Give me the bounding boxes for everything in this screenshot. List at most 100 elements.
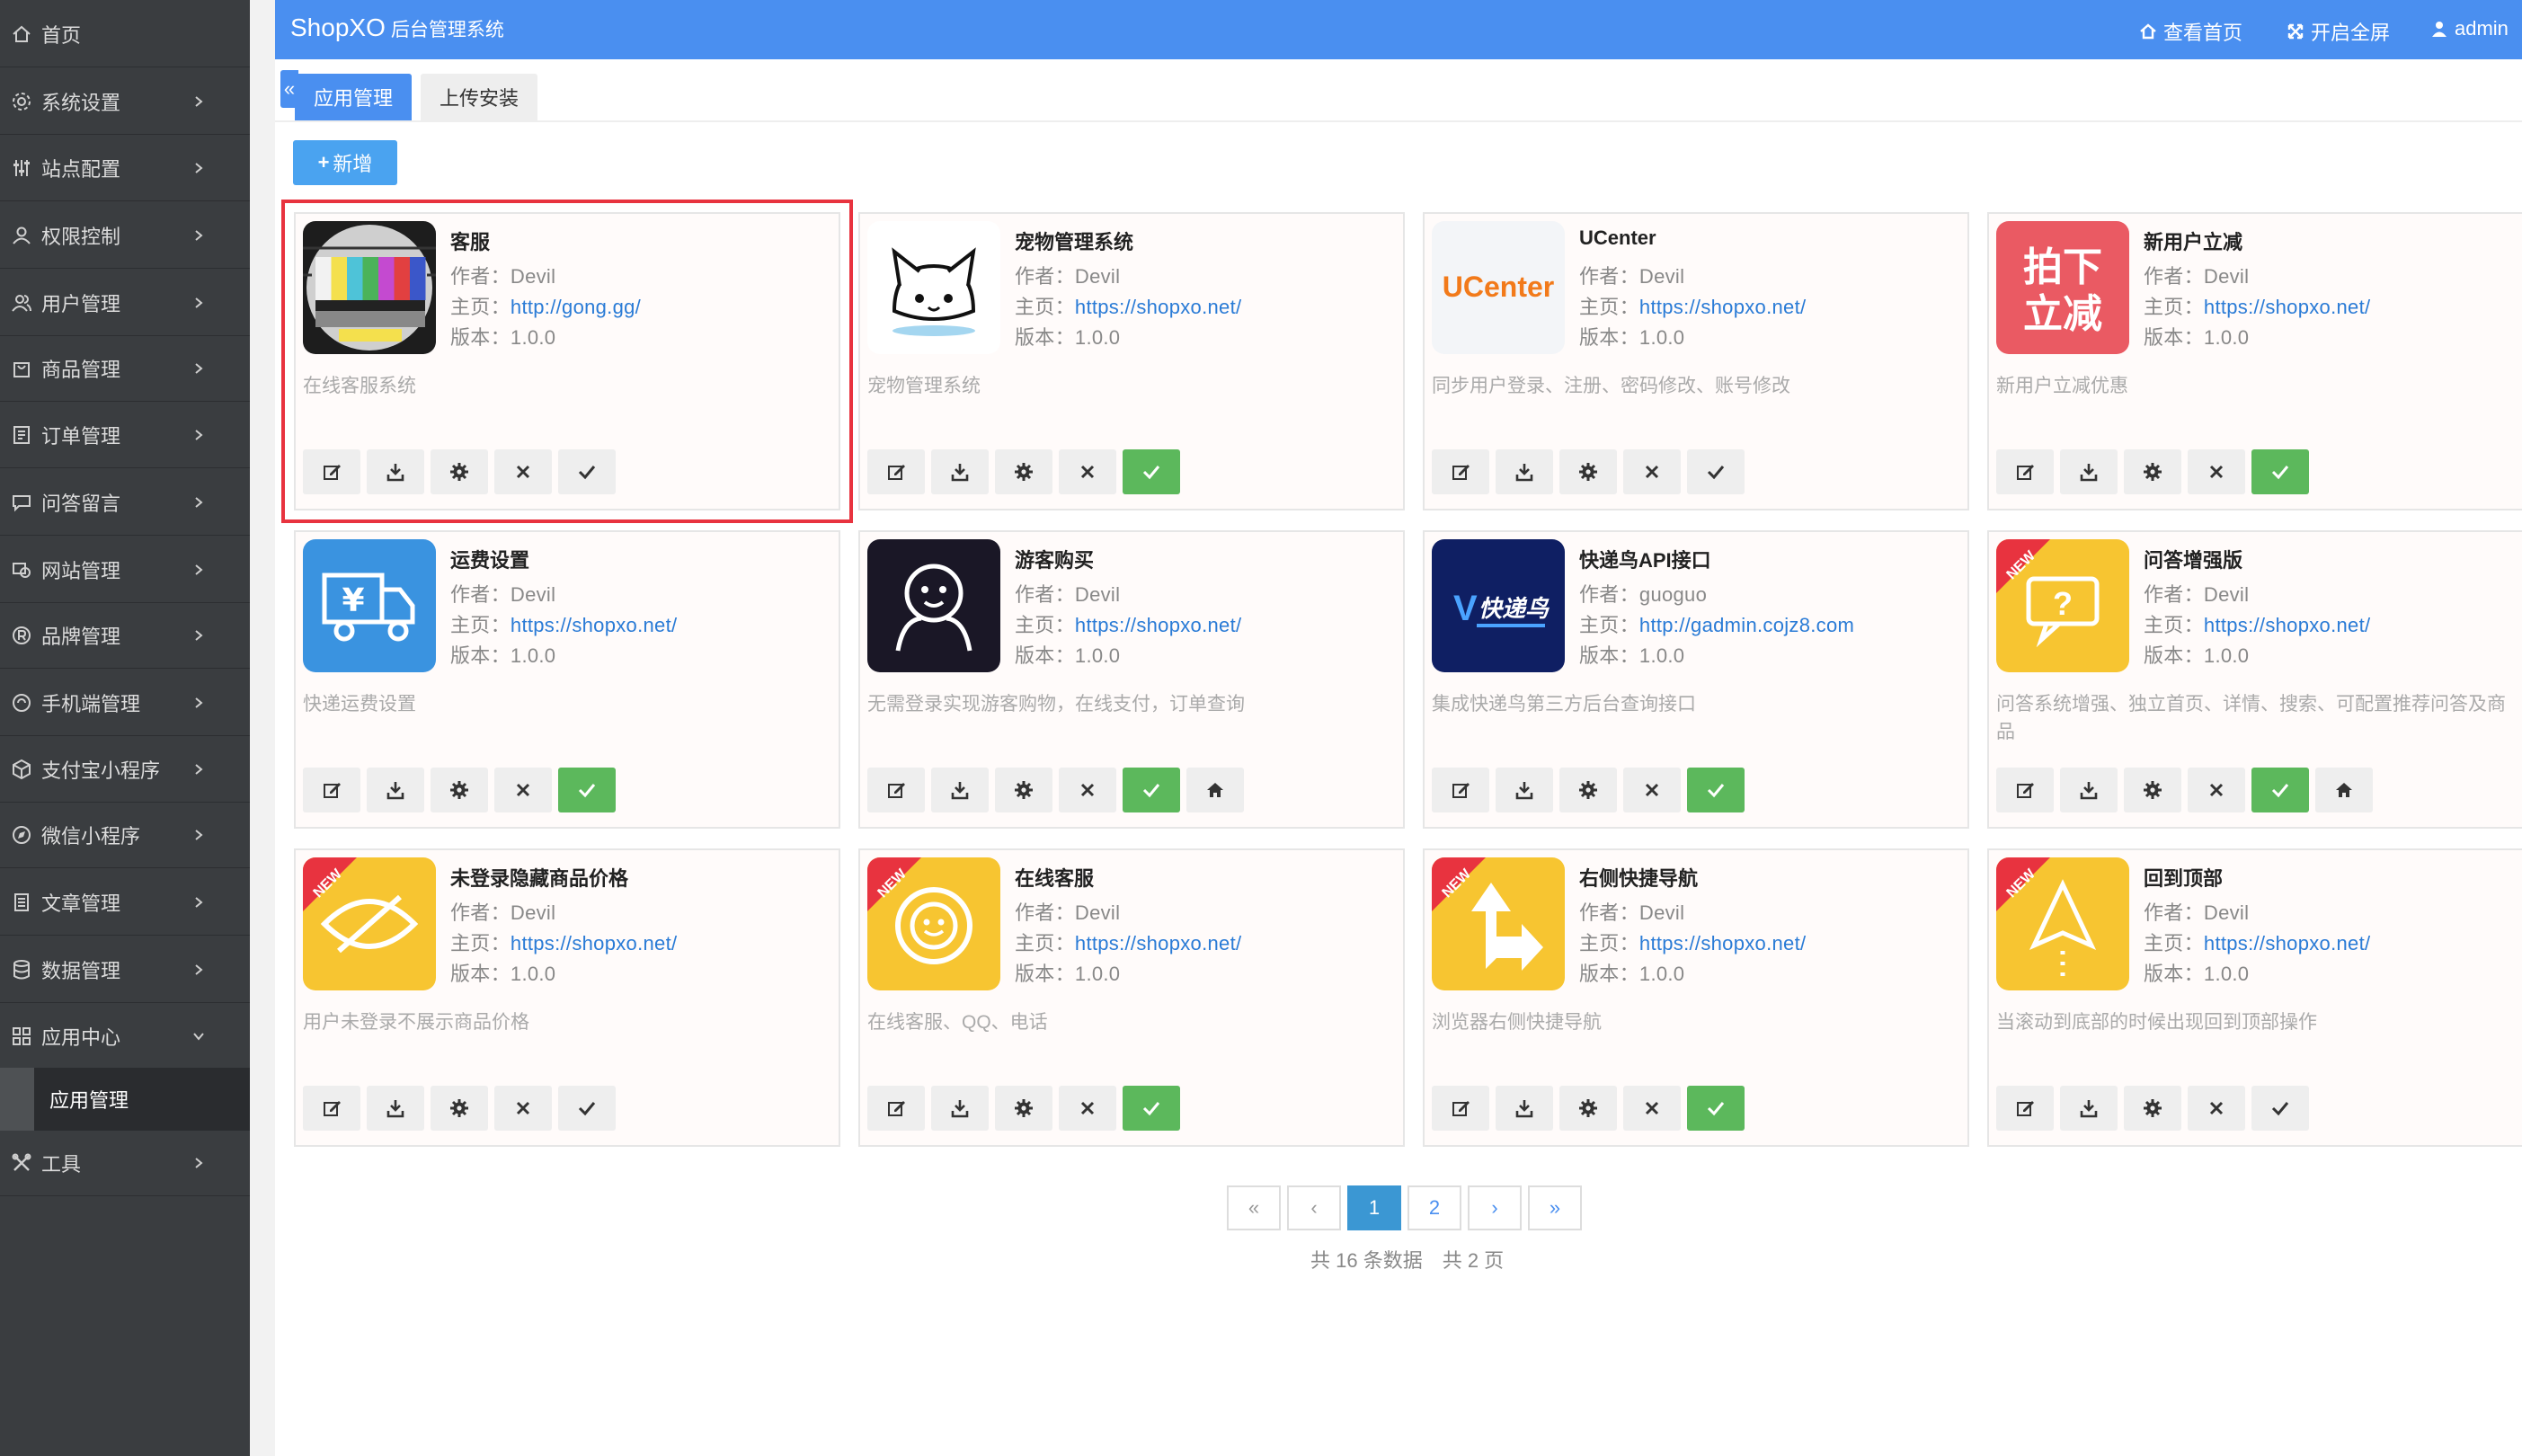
homepage-link[interactable]: http://gong.gg/	[511, 296, 641, 318]
app-home-button[interactable]	[1186, 768, 1244, 812]
sidebar-item-5[interactable]: 用户管理	[0, 271, 250, 336]
download-button[interactable]	[931, 1086, 989, 1131]
enable-toggle-button[interactable]	[1123, 1086, 1180, 1131]
edit-button[interactable]	[1432, 449, 1489, 494]
uninstall-button[interactable]	[2188, 1086, 2245, 1131]
download-button[interactable]	[367, 1086, 424, 1131]
homepage-link[interactable]: https://shopxo.net/	[2204, 614, 2370, 636]
homepage-link[interactable]: https://shopxo.net/	[1075, 296, 1241, 318]
sidebar-item-17[interactable]: 工具	[0, 1131, 250, 1196]
settings-button[interactable]	[431, 768, 488, 812]
enable-toggle-button[interactable]	[558, 768, 616, 812]
add-app-button[interactable]: + 新增	[293, 140, 397, 185]
settings-button[interactable]	[2124, 449, 2181, 494]
settings-button[interactable]	[2124, 768, 2181, 812]
first-page-button[interactable]: «	[1227, 1185, 1281, 1230]
edit-button[interactable]	[867, 768, 925, 812]
download-button[interactable]	[1496, 449, 1553, 494]
sidebar-item-11[interactable]: 手机端管理	[0, 670, 250, 736]
settings-button[interactable]	[1559, 1086, 1617, 1131]
edit-button[interactable]	[1432, 768, 1489, 812]
enable-toggle-button[interactable]	[558, 449, 616, 494]
download-button[interactable]	[1496, 768, 1553, 812]
download-button[interactable]	[367, 768, 424, 812]
uninstall-button[interactable]	[1623, 768, 1681, 812]
uninstall-button[interactable]	[1059, 768, 1116, 812]
enable-toggle-button[interactable]	[2251, 768, 2309, 812]
homepage-link[interactable]: https://shopxo.net/	[1639, 296, 1806, 318]
enable-toggle-button[interactable]	[1687, 1086, 1745, 1131]
enable-toggle-button[interactable]	[2251, 449, 2309, 494]
admin-user-menu[interactable]: admin	[2430, 17, 2509, 40]
enable-toggle-button[interactable]	[1687, 449, 1745, 494]
homepage-link[interactable]: http://gadmin.cojz8.com	[1639, 614, 1854, 636]
homepage-link[interactable]: https://shopxo.net/	[511, 614, 677, 636]
fullscreen-link[interactable]: 开启全屏	[2287, 17, 2390, 46]
homepage-link[interactable]: https://shopxo.net/	[1639, 932, 1806, 954]
download-button[interactable]	[931, 768, 989, 812]
app-home-button[interactable]	[2315, 768, 2373, 812]
settings-button[interactable]	[995, 1086, 1052, 1131]
sidebar-item-2[interactable]: 系统设置	[0, 69, 250, 135]
sidebar-item-1[interactable]: 首页	[0, 2, 250, 67]
edit-button[interactable]	[303, 449, 360, 494]
uninstall-button[interactable]	[1623, 1086, 1681, 1131]
uninstall-button[interactable]	[494, 1086, 552, 1131]
uninstall-button[interactable]	[1623, 449, 1681, 494]
homepage-link[interactable]: https://shopxo.net/	[511, 932, 677, 954]
download-button[interactable]	[2060, 1086, 2118, 1131]
edit-button[interactable]	[867, 1086, 925, 1131]
enable-toggle-button[interactable]	[1687, 768, 1745, 812]
uninstall-button[interactable]	[494, 449, 552, 494]
sidebar-item-12[interactable]: 支付宝小程序	[0, 737, 250, 803]
settings-button[interactable]	[995, 768, 1052, 812]
sidebar-item-10[interactable]: 品牌管理	[0, 603, 250, 669]
sidebar-item-16[interactable]: 应用中心	[0, 1004, 250, 1070]
last-page-button[interactable]: »	[1528, 1185, 1582, 1230]
download-button[interactable]	[367, 449, 424, 494]
uninstall-button[interactable]	[1059, 1086, 1116, 1131]
prev-page-button[interactable]: ‹	[1287, 1185, 1341, 1230]
uninstall-button[interactable]	[2188, 449, 2245, 494]
sidebar-item-15[interactable]: 数据管理	[0, 937, 250, 1003]
enable-toggle-button[interactable]	[2251, 1086, 2309, 1131]
enable-toggle-button[interactable]	[558, 1086, 616, 1131]
enable-toggle-button[interactable]	[1123, 449, 1180, 494]
download-button[interactable]	[2060, 449, 2118, 494]
sidebar-item-4[interactable]: 权限控制	[0, 203, 250, 269]
homepage-link[interactable]: https://shopxo.net/	[1075, 932, 1241, 954]
tab-upload-install[interactable]: 上传安装	[421, 74, 537, 120]
uninstall-button[interactable]	[1059, 449, 1116, 494]
sidebar-item-6[interactable]: 商品管理	[0, 336, 250, 402]
sidebar-item-8[interactable]: 问答留言	[0, 470, 250, 536]
settings-button[interactable]	[995, 449, 1052, 494]
homepage-link[interactable]: https://shopxo.net/	[1075, 614, 1241, 636]
settings-button[interactable]	[431, 449, 488, 494]
edit-button[interactable]	[1996, 768, 2054, 812]
edit-button[interactable]	[1996, 1086, 2054, 1131]
settings-button[interactable]	[1559, 449, 1617, 494]
sidebar-item-14[interactable]: 文章管理	[0, 870, 250, 936]
sidebar-item-7[interactable]: 订单管理	[0, 403, 250, 468]
sidebar-subitem-app-management[interactable]: 应用管理	[0, 1068, 250, 1131]
edit-button[interactable]	[303, 1086, 360, 1131]
edit-button[interactable]	[867, 449, 925, 494]
download-button[interactable]	[1496, 1086, 1553, 1131]
next-page-button[interactable]: ›	[1468, 1185, 1522, 1230]
edit-button[interactable]	[1996, 449, 2054, 494]
uninstall-button[interactable]	[2188, 768, 2245, 812]
homepage-link[interactable]: https://shopxo.net/	[2204, 932, 2370, 954]
page-1-button[interactable]: 1	[1347, 1185, 1401, 1230]
sidebar-item-9[interactable]: 网站管理	[0, 537, 250, 603]
homepage-link[interactable]: https://shopxo.net/	[2204, 296, 2370, 318]
view-homepage-link[interactable]: 查看首页	[2139, 17, 2242, 46]
settings-button[interactable]	[2124, 1086, 2181, 1131]
download-button[interactable]	[2060, 768, 2118, 812]
settings-button[interactable]	[1559, 768, 1617, 812]
settings-button[interactable]	[431, 1086, 488, 1131]
edit-button[interactable]	[1432, 1086, 1489, 1131]
tab-app-management[interactable]: 应用管理	[295, 74, 412, 120]
sidebar-item-3[interactable]: 站点配置	[0, 136, 250, 201]
uninstall-button[interactable]	[494, 768, 552, 812]
sidebar-item-13[interactable]: 微信小程序	[0, 803, 250, 868]
